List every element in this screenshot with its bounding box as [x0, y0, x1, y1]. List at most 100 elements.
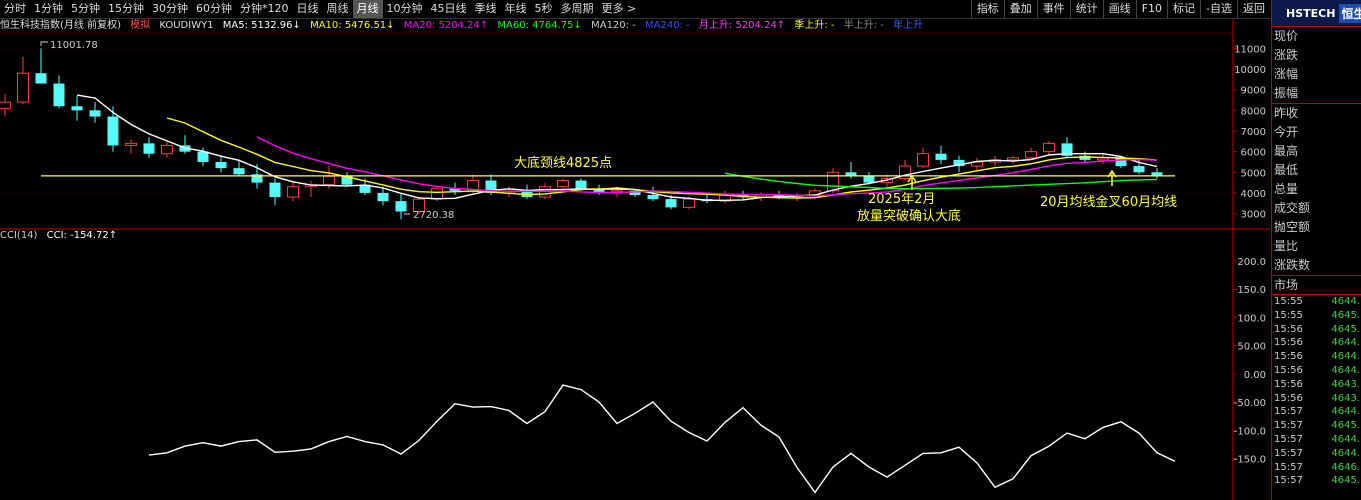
cci-tick-label: -150.0: [1234, 454, 1266, 465]
price-tick-label: 6000: [1241, 148, 1266, 159]
quote-field2-4: 总量: [1274, 182, 1299, 196]
tick-row: 15:57 4645.: [1272, 474, 1361, 488]
ma60-value: MA60: 4764.75↓: [497, 20, 582, 31]
tick-time: 15:57: [1274, 447, 1303, 459]
cci-line: [148, 384, 1176, 494]
quote-field-2: 涨幅: [1274, 67, 1299, 81]
golden-cross-annotation: 20月均线金叉60月均线: [1040, 195, 1178, 210]
candle-body-up: [161, 144, 173, 155]
period-tab-9[interactable]: 月线: [352, 0, 383, 18]
tick-price: 4643.: [1331, 392, 1360, 404]
period-tab-8[interactable]: 周线: [323, 0, 353, 18]
tool-button-1[interactable]: 叠加: [1003, 0, 1037, 18]
quarter-rise: 季上升: -: [794, 20, 835, 31]
indicator-info-bar: 恒生科技指数(月线 前复权) 模拟 KOUDIWY1 MA5: 5132.96↓…: [0, 19, 1230, 33]
price-tick-label: 3000: [1241, 210, 1266, 221]
cci-tick-label: -50.00: [1234, 398, 1266, 409]
tool-button-7[interactable]: -自选: [1200, 0, 1237, 18]
price-tick-label: 11000: [1234, 44, 1266, 55]
period-tab-4[interactable]: 30分钟: [148, 0, 192, 18]
tick-row: 15:55 4644.: [1272, 295, 1361, 309]
period-tab-2[interactable]: 5分钟: [67, 0, 104, 18]
tick-price: 4645.: [1331, 323, 1360, 335]
quote-title: HSTECH 恒生科: [1272, 0, 1361, 27]
period-tab-7[interactable]: 日线: [293, 0, 323, 18]
tick-time: 15:56: [1274, 378, 1303, 390]
tick-time: 15:57: [1274, 461, 1303, 473]
cci-tick-label: 150.0: [1237, 285, 1266, 296]
tick-row: 15:56 4643.: [1272, 392, 1361, 406]
tick-price: 4645.: [1331, 475, 1360, 487]
tick-time: 15:57: [1274, 420, 1303, 432]
tick-time: 15:56: [1274, 364, 1303, 376]
period-tab-16[interactable]: 更多 >: [598, 0, 641, 18]
mode-label[interactable]: 模拟: [130, 20, 150, 31]
tick-price: 4646.: [1331, 461, 1360, 473]
candle-body-up: [1007, 157, 1019, 161]
tick-row: 15:57 4645.: [1272, 419, 1361, 433]
price-tick-label: 4000: [1241, 189, 1266, 200]
kline-chart[interactable]: 3000 4000 5000 6000 7000 8000 9000 10000 11000 20…: [0, 0, 1270, 500]
tick-price: 4644.: [1331, 447, 1360, 459]
period-tab-3[interactable]: 15分钟: [104, 0, 148, 18]
period-tab-14[interactable]: 5秒: [531, 0, 557, 18]
neckline-annotation: 大底颈线4825点: [514, 156, 613, 171]
feb2025-annotation-line2: 放量突破确认大底: [857, 209, 962, 224]
tool-button-5[interactable]: F10: [1135, 0, 1167, 18]
quote-field-0: 现价: [1274, 29, 1299, 43]
candle-body-up: [557, 180, 569, 188]
candle-body-down: [143, 143, 155, 154]
high-pointer: [40, 41, 48, 46]
price-tick-label: 5000: [1241, 168, 1266, 179]
candle-body-up: [323, 175, 335, 186]
tick-row: 15:57 4644.: [1272, 405, 1361, 419]
period-tab-10[interactable]: 10分钟: [383, 0, 427, 18]
ma5-value: MA5: 5132.96↓: [222, 20, 301, 31]
period-tab-5[interactable]: 60分钟: [192, 0, 236, 18]
quote-fields: 现价 涨跌 涨幅 振幅: [1272, 27, 1361, 103]
tick-list: 15:55 4644. 15:55 4645. 15:56 4645. 15:56 4644.…: [1272, 295, 1361, 488]
price-tick-label: 8000: [1241, 106, 1266, 117]
period-tab-6[interactable]: 分钟*120: [236, 0, 293, 18]
tick-price: 4644.: [1331, 364, 1360, 376]
candle-body-up: [431, 188, 443, 200]
candle-body-down: [89, 110, 101, 117]
low-price-label: 2720.38: [413, 210, 455, 221]
tool-button-2[interactable]: 事件: [1036, 0, 1070, 18]
candle-body-up: [0, 101, 11, 109]
cci-tick-label: 200.0: [1237, 257, 1266, 268]
candle-body-down: [647, 194, 659, 200]
quote-field2-6: 抛空额: [1274, 220, 1311, 234]
period-tab-15[interactable]: 多周期: [557, 0, 598, 18]
candle-body-down: [71, 106, 83, 111]
tick-time: 15:56: [1274, 323, 1303, 335]
tool-button-3[interactable]: 统计: [1069, 0, 1103, 18]
tool-button-0[interactable]: 指标: [970, 0, 1004, 18]
cci-label: CCI(14): [0, 230, 38, 241]
tool-button-6[interactable]: 标记: [1167, 0, 1200, 18]
period-tab-11[interactable]: 45日线: [427, 0, 471, 18]
tick-price: 4644.: [1331, 433, 1360, 445]
candle-body-down: [1133, 166, 1145, 173]
candle-body-up: [683, 198, 695, 208]
period-tab-1[interactable]: 1分钟: [30, 0, 67, 18]
quote-field2-5: 成交额: [1274, 201, 1311, 215]
candle-body-down: [53, 83, 65, 107]
period-tab-0[interactable]: 分时: [0, 0, 30, 18]
period-tab-12[interactable]: 季线: [471, 0, 501, 18]
indicator-name[interactable]: KOUDIWY1: [159, 20, 213, 31]
period-tab-13[interactable]: 年线: [501, 0, 531, 18]
quote-field2-7: 量比: [1274, 239, 1299, 253]
quote-field2-3: 最低: [1274, 163, 1299, 177]
candle-body-up: [287, 186, 299, 198]
cci-tick-label: -100.0: [1234, 426, 1266, 437]
tick-time: 15:57: [1274, 433, 1303, 445]
tool-button-4[interactable]: 画线: [1102, 0, 1136, 18]
candle-body-down: [215, 161, 227, 169]
tool-button-8[interactable]: 返回: [1237, 0, 1270, 18]
candle-body-down: [107, 116, 119, 146]
tick-price: 4644.: [1331, 337, 1360, 349]
index-title: 恒生科技指数(月线 前复权): [0, 20, 121, 31]
tick-row: 15:57 4644.: [1272, 447, 1361, 461]
tick-row: 15:56 4644.: [1272, 364, 1361, 378]
